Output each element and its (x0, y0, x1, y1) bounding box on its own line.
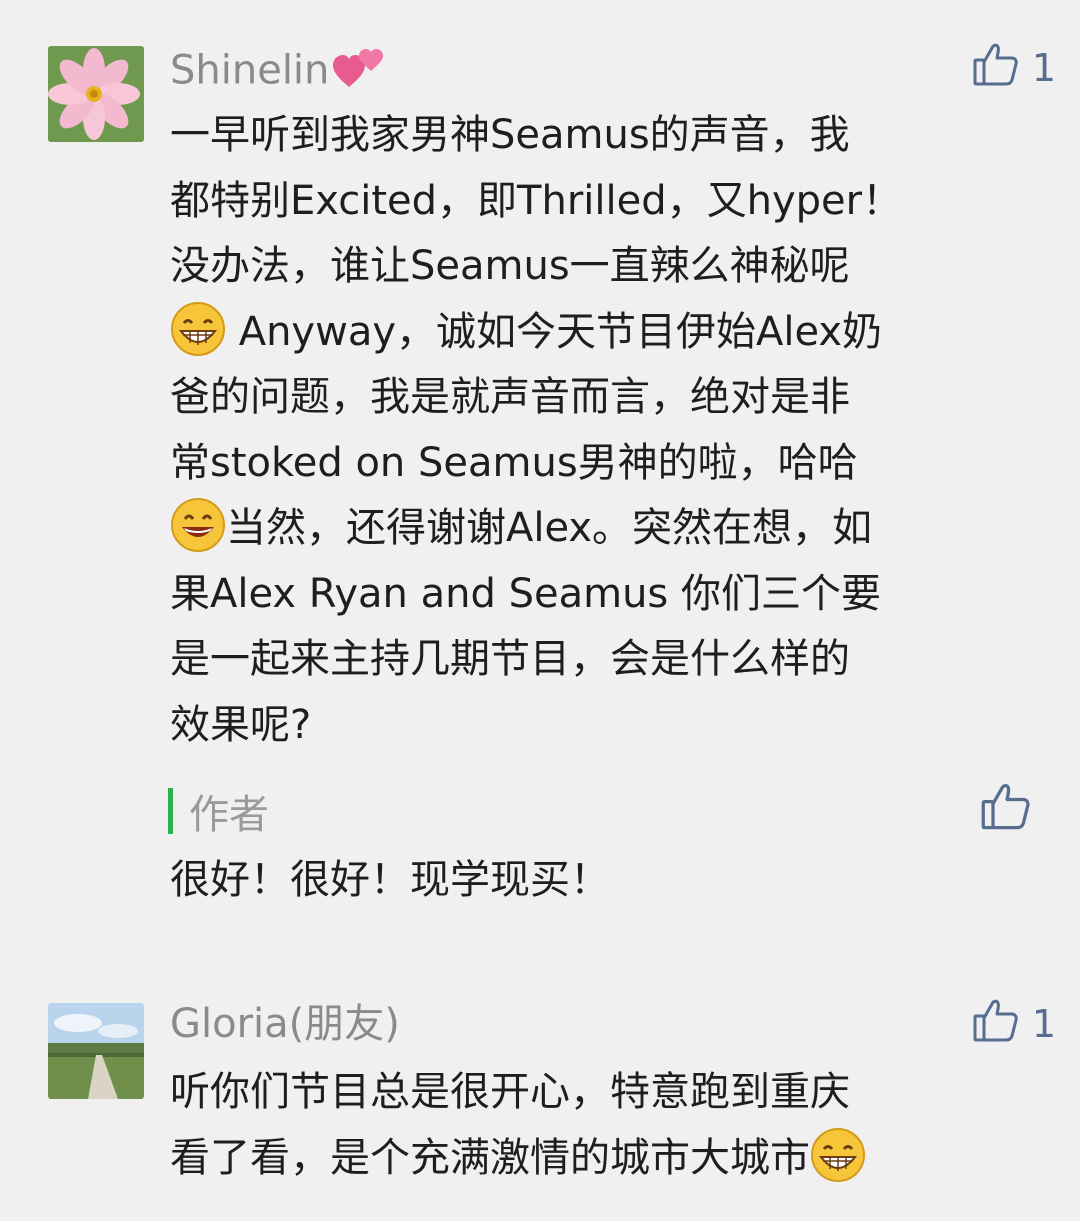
comment-line: 听你们节目总是很开心，特意跑到重庆 (170, 1069, 850, 1115)
comment-line: 一早听到我家男神Seamus的声音，我 (170, 112, 850, 158)
comment-line: 是一起来主持几期节目，会是什么样的 (170, 636, 850, 682)
author-reply-tag: 作者 (168, 788, 269, 838)
smile-emoji-icon (170, 497, 226, 553)
comment-line: 爸的问题，我是就声音而言，绝对是非 (170, 374, 850, 420)
like-button[interactable]: 1 (972, 994, 1056, 1054)
comment-line: 都特别Excited，即Thrilled，又hyper！ (170, 177, 903, 224)
two-hearts-icon (331, 43, 387, 102)
comment-line-text: 看了看，是个充满激情的城市大城市 (170, 1134, 810, 1181)
avatar[interactable] (48, 46, 144, 142)
comment-line: 果Alex Ryan and Seamus 你们三个要 (170, 570, 881, 617)
comment-author-name[interactable]: Shinelin (170, 43, 387, 102)
comment-text: 一早听到我家男神Seamus的声音，我 都特别Excited，即Thrilled… (170, 103, 1030, 758)
comment-line: 效果呢? (170, 701, 312, 748)
comment-line: 当然，还得谢谢Alex。突然在想，如 (170, 496, 1030, 562)
author-indicator-bar (168, 788, 173, 834)
thumbs-up-icon (972, 40, 1020, 97)
author-reply-label: 作者 (189, 792, 269, 838)
author-name-text: Shinelin (170, 47, 330, 94)
grin-emoji-icon (810, 1127, 866, 1183)
comment-text: 听你们节目总是很开心，特意跑到重庆 看了看，是个充满激情的城市大城市 (170, 1060, 1030, 1191)
like-count: 1 (1031, 46, 1056, 90)
thumbs-up-icon (972, 996, 1020, 1053)
grin-emoji-icon (170, 301, 226, 357)
reply-like-button[interactable] (980, 780, 1032, 836)
comment-author-name[interactable]: Gloria(朋友) (170, 1000, 400, 1048)
comment-line-text: 当然，还得谢谢Alex。突然在想，如 (226, 505, 873, 551)
comment-shinelin: Shinelin 1 一早听到我家男神Seamus的声音，我 都特别Excite… (0, 0, 1080, 940)
author-reply-text: 很好！很好！现学现买！ (170, 857, 610, 903)
avatar[interactable] (48, 1003, 144, 1099)
comment-line: 看了看，是个充满激情的城市大城市 (170, 1126, 1030, 1192)
comment-line-text: Anyway，诚如今天节目伊始Alex奶 (226, 308, 883, 355)
comment-line: Anyway，诚如今天节目伊始Alex奶 (170, 300, 1030, 366)
like-count: 1 (1031, 1002, 1056, 1046)
comment-line: 没办法，谁让Seamus一直辣么神秘呢 (170, 243, 850, 289)
comment-line: 常stoked on Seamus男神的啦，哈哈 (170, 439, 858, 486)
like-button[interactable]: 1 (972, 38, 1056, 98)
thumbs-up-icon (980, 784, 1032, 836)
